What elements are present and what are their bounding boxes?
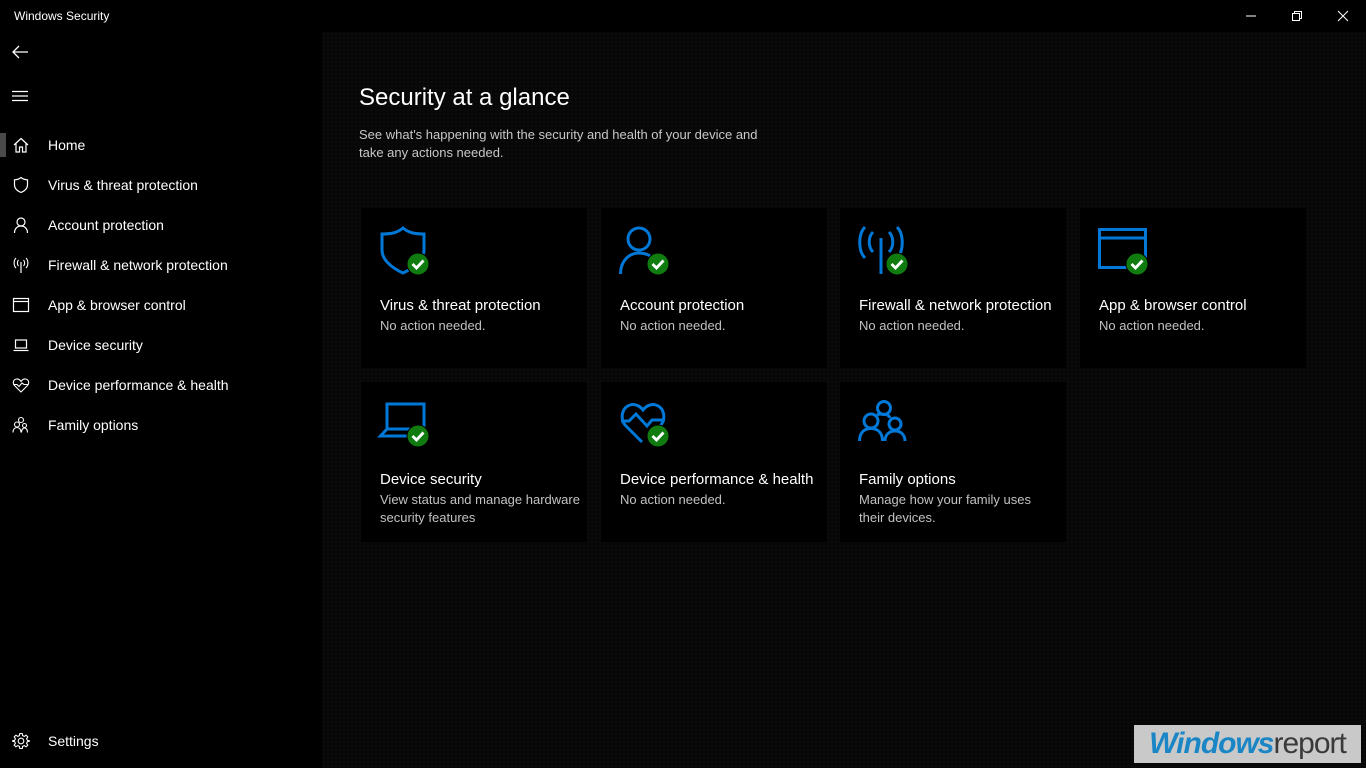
check-badge-icon: [1125, 252, 1149, 276]
page-description: See what's happening with the security a…: [359, 127, 758, 160]
shield-icon: [379, 226, 431, 278]
selection-indicator: [0, 133, 6, 157]
settings-label: Settings: [48, 733, 99, 749]
card-title: Family options: [859, 471, 956, 488]
app-title: Windows Security: [14, 9, 110, 23]
watermark-text-part1: Windows: [1149, 727, 1274, 760]
back-button[interactable]: [0, 32, 40, 72]
sidebar-item-label: Home: [48, 137, 86, 153]
sidebar-item-settings[interactable]: Settings: [0, 721, 322, 761]
card-device-performance-health[interactable]: Device performance & health No action ne…: [601, 382, 827, 542]
card-status: View status and manage hardware security…: [380, 492, 580, 525]
sidebar: Home Virus & threat protection Account p…: [0, 32, 322, 768]
check-badge-icon: [406, 424, 430, 448]
shield-icon: [12, 176, 30, 194]
sidebar-item-firewall-network-protection[interactable]: Firewall & network protection: [0, 245, 322, 285]
watermark-text-part2: report: [1273, 727, 1347, 760]
home-icon: [12, 136, 30, 154]
card-app-browser-control[interactable]: App & browser control No action needed.: [1080, 208, 1306, 368]
sidebar-item-family-options[interactable]: Family options: [0, 405, 322, 445]
card-family-options[interactable]: Family options Manage how your family us…: [840, 382, 1066, 542]
family-icon: [858, 400, 910, 452]
sidebar-item-virus-threat-protection[interactable]: Virus & threat protection: [0, 165, 322, 205]
antenna-icon: [12, 256, 30, 274]
minimize-icon: [1246, 15, 1256, 17]
sidebar-item-device-performance-health[interactable]: Device performance & health: [0, 365, 322, 405]
sidebar-item-home[interactable]: Home: [0, 125, 322, 165]
person-icon: [12, 216, 30, 234]
sidebar-item-account-protection[interactable]: Account protection: [0, 205, 322, 245]
sidebar-nav: Home Virus & threat protection Account p…: [0, 125, 322, 445]
antenna-icon: [858, 225, 910, 278]
card-virus-threat-protection[interactable]: Virus & threat protection No action need…: [361, 208, 587, 368]
check-badge-icon: [646, 424, 670, 448]
title-bar: Windows Security: [0, 0, 1366, 32]
card-title: Device security: [380, 471, 482, 488]
close-button[interactable]: [1320, 0, 1366, 32]
card-status: No action needed.: [380, 318, 486, 333]
card-title: App & browser control: [1099, 297, 1247, 314]
restore-icon: [1292, 11, 1302, 21]
sidebar-item-label: Account protection: [48, 217, 164, 233]
sidebar-item-label: App & browser control: [48, 297, 186, 313]
card-status: No action needed.: [620, 492, 726, 507]
sidebar-item-app-browser-control[interactable]: App & browser control: [0, 285, 322, 325]
sidebar-item-label: Device performance & health: [48, 377, 229, 393]
restore-button[interactable]: [1274, 0, 1320, 32]
card-status: No action needed.: [620, 318, 726, 333]
card-title: Account protection: [620, 297, 745, 314]
heart-pulse-icon: [12, 376, 30, 394]
card-firewall-network-protection[interactable]: Firewall & network protection No action …: [840, 208, 1066, 368]
main-content: Security at a glance See what's happenin…: [322, 32, 1366, 768]
watermark-logo: Windows report: [1134, 725, 1361, 763]
browser-window-icon: [1098, 226, 1150, 278]
minimize-button[interactable]: [1228, 0, 1274, 32]
card-status: No action needed.: [859, 318, 965, 333]
card-title: Virus & threat protection: [380, 297, 541, 314]
check-badge-icon: [406, 252, 430, 276]
sidebar-item-label: Virus & threat protection: [48, 177, 198, 193]
browser-window-icon: [12, 296, 30, 314]
hamburger-icon: [12, 90, 28, 102]
person-icon: [619, 226, 671, 278]
laptop-icon: [377, 400, 431, 452]
sidebar-item-label: Firewall & network protection: [48, 257, 228, 273]
card-device-security[interactable]: Device security View status and manage h…: [361, 382, 587, 542]
gear-icon: [11, 732, 31, 750]
check-badge-icon: [885, 252, 909, 276]
hamburger-menu-button[interactable]: [0, 76, 40, 116]
card-title: Firewall & network protection: [859, 297, 1052, 314]
card-status: No action needed.: [1099, 318, 1205, 333]
sidebar-item-device-security[interactable]: Device security: [0, 325, 322, 365]
check-badge-icon: [646, 252, 670, 276]
page-title: Security at a glance: [359, 84, 570, 111]
sidebar-item-label: Device security: [48, 337, 143, 353]
back-arrow-icon: [12, 45, 28, 59]
heart-pulse-icon: [619, 400, 671, 452]
family-icon: [12, 416, 30, 434]
card-title: Device performance & health: [620, 471, 814, 488]
card-account-protection[interactable]: Account protection No action needed.: [601, 208, 827, 368]
sidebar-item-label: Family options: [48, 417, 139, 433]
card-status: Manage how your family uses their device…: [859, 492, 1031, 525]
close-icon: [1337, 10, 1349, 22]
laptop-icon: [12, 336, 30, 354]
